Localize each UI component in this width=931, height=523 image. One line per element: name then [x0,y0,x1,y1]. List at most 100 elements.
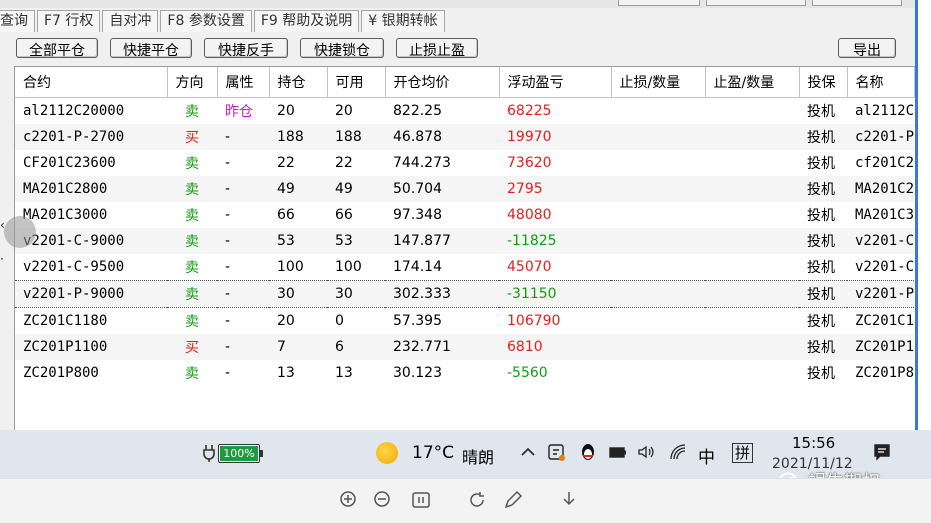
zoom-out-icon[interactable] [372,489,394,511]
column-header[interactable]: 可用 [327,67,386,98]
tab-exercise[interactable]: F7 行权 [37,10,101,32]
tab-help[interactable]: F9 帮助及说明 [253,10,360,32]
hedge-cell: 投机 [807,104,835,120]
weather-temperature[interactable]: 17°C [412,443,454,463]
top-cut-button[interactable] [618,0,700,6]
table-row[interactable]: CF201C23600 卖 - 22 22 744.273 73620 投机 cf201C23 [15,150,914,176]
stop-loss-cell [611,334,705,360]
floating-pnl-cell: 6810 [499,334,611,360]
hedge-cell: 投机 [799,176,847,202]
rotate-icon[interactable] [466,489,488,511]
column-header[interactable]: 名称 [847,67,915,98]
available-cell: 22 [335,155,353,171]
table-row[interactable]: v2201-C-9000 卖 -53 53 147.877 -11825 投机 v2201-C… [15,228,914,254]
column-header[interactable]: 浮动盈亏 [499,67,612,98]
download-icon[interactable] [558,489,580,511]
handle-circle[interactable] [4,216,36,248]
table-row[interactable]: al2112C20000 卖 昨仓 20 20 822.25 68225 投机 al2112C2 [15,98,914,125]
floating-pnl-cell: 48080 [507,207,552,223]
table-row[interactable]: v2201-P-9000 卖 -30 30 302.333 -31150 投机 v2201-P… [15,280,914,308]
avg-price-cell: 822.25 [393,103,442,119]
floating-pnl-cell: -5560 [507,365,548,381]
stop-loss-cell [611,202,705,228]
position-cell: 20 [277,313,295,329]
qq-penguin-icon[interactable] [578,442,598,462]
hedge-cell: 投机 [807,208,835,224]
tab-self-hedge[interactable]: 自对冲 [102,10,159,32]
column-header[interactable]: 方向 [167,67,218,98]
top-cut-button[interactable] [706,0,806,6]
attribute-cell: - [225,207,231,223]
close-all-button[interactable]: 全部平仓 [16,38,98,58]
contract-cell: v2201-C-9000 [15,228,167,254]
available-cell: 20 [335,103,353,119]
name-cell: v2201-C- [847,228,914,254]
actual-size-icon[interactable] [410,489,432,511]
contract-cell: v2201-P-9000 [15,280,167,308]
table-row[interactable]: MA201C3000 卖 - 66 66 97.348 48080 投机 MA201C30 [15,202,914,228]
wifi-icon[interactable] [668,442,688,462]
take-profit-cell [705,360,799,386]
battery-tray-icon[interactable] [608,442,628,462]
battery-indicator[interactable]: 100% [218,444,263,463]
clock-time[interactable]: 15:56 [792,434,835,452]
handle-glyph-icon: · [0,252,4,266]
top-cut-button[interactable] [812,0,902,6]
weather-description[interactable]: 晴朗 [462,444,494,468]
table-row[interactable]: ZC201C1180 卖 - 20 0 57.395 106790 投机 ZC201C11 [15,308,914,335]
tab-query[interactable]: 查询 [0,10,35,32]
stop-loss-cell [611,308,705,335]
position-cell: 22 [277,155,295,171]
quick-lock-button[interactable]: 快捷锁仓 [300,38,384,58]
avg-price-cell: 147.877 [385,228,499,254]
quick-close-button[interactable]: 快捷平仓 [110,38,192,58]
name-cell: MA201C30 [855,207,914,223]
export-button[interactable]: 导出 [838,38,896,58]
contract-cell: c2201-P-2700 [15,124,167,150]
avg-price-cell: 57.395 [393,313,442,329]
edit-pen-icon[interactable] [502,489,524,511]
table-row[interactable]: ZC201P800 卖 - 13 13 30.123 -5560 投机 ZC201P80 [15,360,914,386]
volume-icon[interactable] [636,442,656,462]
trading-window: 查询 F7 行权 自对冲 F8 参数设置 F9 帮助及说明 ¥ 银期转帐 全部平… [0,0,931,431]
table-row[interactable]: MA201C2800卖-494950.7042795投机MA201C28 [15,176,914,202]
column-header[interactable]: 合约 [15,67,168,98]
contract-cell: MA201C2800 [15,176,167,202]
ime-mode[interactable]: 拼 [732,443,754,463]
take-profit-cell [705,280,799,308]
direction-cell: 卖 [167,280,217,308]
sun-weather-icon[interactable] [376,442,398,464]
tab-parameters[interactable]: F8 参数设置 [160,10,252,32]
column-header[interactable]: 投保 [799,67,848,98]
name-cell: cf201C23 [855,155,914,171]
quick-reverse-button[interactable]: 快捷反手 [204,38,288,58]
name-cell: MA201C28 [847,176,914,202]
table-row[interactable]: c2201-P-2700 买 -188 188 46.878 19970 投机 c2201-P… [15,124,914,150]
positions-grid: 合约 方向 属性 持仓 可用 开仓均价 浮动盈亏 止损/数量 止盈/数量 投保 名称 al2112C… [14,66,916,431]
app-tray-icon[interactable] [546,442,566,462]
column-header[interactable]: 持仓 [269,67,328,98]
hedge-cell: 投机 [807,156,835,172]
contract-cell: ZC201C1180 [23,313,108,329]
ime-language[interactable]: 中 [698,443,715,468]
table-row[interactable]: v2201-C-9500 卖 - 100 100 174.14 45070 投机 v2201-C… [15,254,914,281]
available-cell: 100 [335,259,362,275]
contract-cell: ZC201P800 [23,365,99,381]
name-cell: ZC201P11 [847,334,914,360]
column-header[interactable]: 止损/数量 [611,67,706,98]
notification-icon[interactable] [872,442,892,462]
stop-loss-profit-button[interactable]: 止损止盈 [396,38,478,58]
available-cell: 6 [327,334,385,360]
direction-cell: 卖 [167,228,217,254]
chevron-up-icon[interactable] [518,442,538,462]
hedge-cell: 投机 [799,228,847,254]
available-cell: 188 [327,124,385,150]
zoom-in-icon[interactable] [338,489,360,511]
column-header[interactable]: 开仓均价 [385,67,500,98]
table-row[interactable]: ZC201P1100买-76232.7716810 投机ZC201P11 [15,334,914,360]
column-header[interactable]: 止盈/数量 [705,67,800,98]
side-handle[interactable]: ‹ · [0,216,36,266]
position-cell: 20 [277,103,295,119]
tab-bank-transfer[interactable]: ¥ 银期转帐 [361,10,445,32]
column-header[interactable]: 属性 [217,67,270,98]
